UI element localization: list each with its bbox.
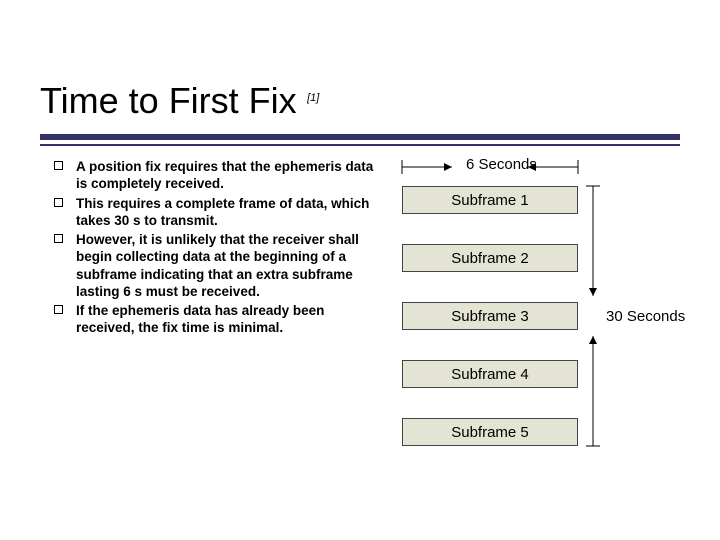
bullet-square-icon — [54, 305, 63, 314]
subframe-diagram: 6 Seconds Subframe 1 Subframe 2 Subframe… — [396, 156, 696, 496]
title-row: Time to First Fix [1] — [40, 82, 680, 120]
body-text: A position fix requires that the ephemer… — [50, 158, 380, 339]
list-item-text: A position fix requires that the ephemer… — [76, 159, 373, 191]
list-item: If the ephemeris data has already been r… — [50, 302, 380, 337]
list-item: However, it is unlikely that the receive… — [50, 231, 380, 300]
list-item-text: This requires a complete frame of data, … — [76, 196, 369, 228]
bullet-list: A position fix requires that the ephemer… — [50, 158, 380, 337]
subframe-label: Subframe 5 — [451, 424, 529, 441]
thirty-seconds-label: 30 Seconds — [606, 308, 685, 325]
subframe-label: Subframe 2 — [451, 250, 529, 267]
subframe-box: Subframe 1 — [402, 186, 578, 214]
title-rule-thin — [40, 144, 680, 146]
bullet-square-icon — [54, 161, 63, 170]
subframe-label: Subframe 3 — [451, 308, 529, 325]
subframe-label: Subframe 4 — [451, 366, 529, 383]
list-item-text: However, it is unlikely that the receive… — [76, 232, 359, 299]
subframe-box: Subframe 4 — [402, 360, 578, 388]
subframe-label: Subframe 1 — [451, 192, 529, 209]
page-title: Time to First Fix — [40, 80, 297, 121]
subframe-box: Subframe 5 — [402, 418, 578, 446]
title-rule-thick — [40, 134, 680, 140]
horizontal-span-arrow-icon — [402, 158, 578, 159]
vertical-span-arrow-icon — [586, 186, 602, 448]
list-item-text: If the ephemeris data has already been r… — [76, 303, 324, 335]
slide: Time to First Fix [1] A position fix req… — [0, 0, 720, 540]
bullet-square-icon — [54, 234, 63, 243]
reference-mark: [1] — [301, 92, 319, 104]
subframe-box: Subframe 3 — [402, 302, 578, 330]
bullet-square-icon — [54, 198, 63, 207]
list-item: A position fix requires that the ephemer… — [50, 158, 380, 193]
subframe-box: Subframe 2 — [402, 244, 578, 272]
list-item: This requires a complete frame of data, … — [50, 195, 380, 230]
